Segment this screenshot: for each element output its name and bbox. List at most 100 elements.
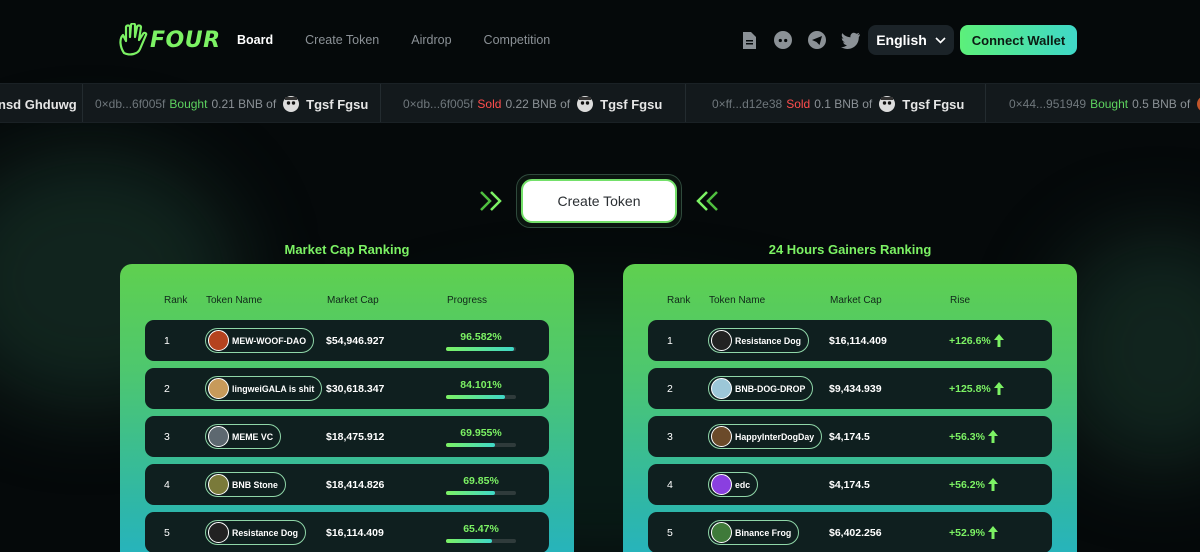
language-selector[interactable]: English [868,25,954,55]
table-row[interactable]: 4 edc $4,174.5 +56.2% [648,464,1052,505]
market-cap-cell: $18,414.826 [326,478,385,491]
ticker-token: Tgsf Fgsu [902,96,965,112]
token-pill[interactable]: BNB-DOG-DROP [708,376,814,401]
token-pill[interactable]: Resistance Dog [708,328,809,353]
nav-create-token[interactable]: Create Token [305,33,379,47]
ticker-item[interactable]: 0×db...6f005f Bought 0.21 BNB of Tgsf Fg… [83,84,381,122]
column-header-market-cap: Market Cap [327,295,379,306]
discord-icon[interactable] [772,29,794,51]
token-pill[interactable]: HappyInterDogDay [708,424,823,449]
pirate-token-icon [879,96,896,112]
rise-cell: +126.6% [949,320,1004,361]
ticker-action: Sold [786,97,811,111]
double-chevron-left-icon [696,191,718,211]
progress-fill [446,538,492,543]
table-row[interactable]: 4 BNB Stone $18,414.826 69.85% [145,464,549,505]
market-cap-cell: $9,434.939 [829,382,882,395]
table-row[interactable]: 3 HappyInterDogDay $4,174.5 +56.3% [648,416,1052,457]
ticker-amount: 0.21 BNB of [211,97,277,111]
trade-ticker: nsd Ghduwg 0×db...6f005f Bought 0.21 BNB… [0,83,1200,123]
top-header: FOUR Board Create Token Airdrop Competit… [0,0,1200,82]
progress-value: 96.582% [460,330,502,343]
progress-cell: 84.101% [446,368,516,409]
ticker-item[interactable]: 0×ff...d12e38 Sold 0.1 BNB of Tgsf Fgsu [686,84,986,122]
rise-value: +126.6% [949,334,991,347]
progress-bar [446,442,516,447]
rise-cell: +52.9% [949,512,998,552]
market-cap-cell: $16,114.409 [326,526,384,539]
ticker-token: Tgsf Fgsu [306,96,369,112]
brand-name: FOUR [150,27,221,53]
token-avatar [208,426,229,447]
chevron-down-icon [935,36,946,44]
token-avatar [711,378,732,399]
market-cap-cell: $4,174.5 [829,478,870,491]
ticker-item[interactable]: nsd Ghduwg [0,84,83,122]
connect-wallet-button[interactable]: Connect Wallet [960,25,1077,55]
rise-value: +125.8% [949,382,991,395]
token-pill[interactable]: BNB Stone [205,472,286,497]
table-row[interactable]: 1 Resistance Dog $16,114.409 +126.6% [648,320,1052,361]
table-row[interactable]: 5 Resistance Dog $16,114.409 65.47% [145,512,549,552]
column-header-rise: Rise [950,295,971,306]
rise-cell: +56.3% [949,416,998,457]
market-cap-cell: $6,402.256 [829,526,882,539]
document-icon[interactable] [738,29,760,51]
ticker-item[interactable]: 0×db...6f005f Sold 0.22 BNB of Tgsf Fgsu [381,84,686,122]
token-avatar [711,474,732,495]
ticker-action: Bought [1090,97,1129,111]
table-row[interactable]: 3 MEME VC $18,475.912 69.955% [145,416,549,457]
nav-airdrop[interactable]: Airdrop [411,33,451,47]
token-pill[interactable]: Binance Frog [708,520,800,545]
token-name: Resistance Dog [232,527,298,538]
token-name: edc [735,479,751,490]
rank-cell: 3 [667,430,673,443]
rank-cell: 4 [164,478,170,491]
token-name: MEME VC [232,431,274,442]
column-header-token-name: Token Name [709,295,766,306]
token-pill[interactable]: Resistance Dog [205,520,306,545]
column-header-rank: Rank [164,295,188,306]
brand-logo[interactable]: FOUR [118,22,228,58]
rise-value: +56.2% [949,478,985,491]
progress-bar [446,490,516,495]
progress-fill [446,346,514,351]
token-avatar [208,378,229,399]
progress-cell: 65.47% [446,512,516,552]
create-token-button[interactable]: Create Token [521,179,677,223]
table-row[interactable]: 2 lingweiGALA is shit $30,618.347 84.101… [145,368,549,409]
token-pill[interactable]: edc [708,472,759,497]
column-header-market-cap: Market Cap [830,295,882,306]
table-row[interactable]: 1 MEW-WOOF-DAO $54,946.927 96.582% [145,320,549,361]
telegram-icon[interactable] [806,29,828,51]
progress-bar [446,394,516,399]
rank-cell: 2 [164,382,170,395]
nav-competition[interactable]: Competition [484,33,551,47]
table-header: Rank Token Name Market Cap Rise [623,295,1077,309]
ticker-action: Bought [169,97,208,111]
token-name: MEW-WOOF-DAO [232,335,307,346]
pirate-token-icon [283,96,300,112]
table-row[interactable]: 2 BNB-DOG-DROP $9,434.939 +125.8% [648,368,1052,409]
token-pill[interactable]: MEW-WOOF-DAO [205,328,315,353]
rise-cell: +125.8% [949,368,1004,409]
rank-cell: 1 [667,334,673,347]
progress-value: 84.101% [460,378,502,391]
progress-cell: 69.85% [446,464,516,505]
column-header-progress: Progress [447,295,488,306]
token-name: lingweiGALA is shit [232,383,315,394]
market-cap-ranking-title: Market Cap Ranking [284,242,410,257]
table-row[interactable]: 5 Binance Frog $6,402.256 +52.9% [648,512,1052,552]
main-nav: Board Create Token Airdrop Competition [237,33,582,47]
ticker-address: 0×db...6f005f [403,97,474,111]
twitter-icon[interactable] [840,29,862,51]
ticker-item[interactable]: 0×44...951949 Bought 0.5 BNB of [986,84,1200,122]
nav-board[interactable]: Board [237,33,273,47]
token-pill[interactable]: lingweiGALA is shit [205,376,323,401]
progress-bar [446,538,516,543]
token-pill[interactable]: MEME VC [205,424,282,449]
token-avatar [208,474,229,495]
rise-value: +56.3% [949,430,985,443]
ticker-token: Tgsf Fgsu [600,96,663,112]
token-name: Binance Frog [735,527,792,538]
